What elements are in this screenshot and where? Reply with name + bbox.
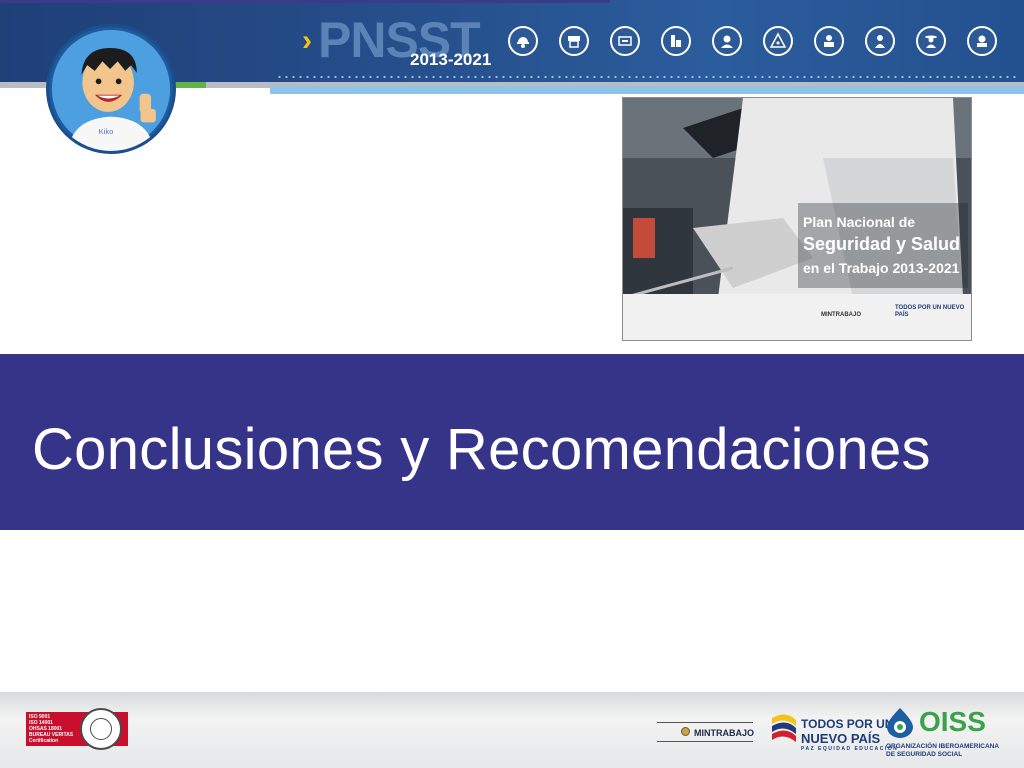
mintrabajo-rule-bottom — [657, 741, 753, 742]
bureau-veritas-seal-icon — [80, 708, 122, 750]
nuevo-pais-text: NUEVO PAÍS — [801, 731, 881, 746]
machinery-icon — [610, 26, 640, 56]
header-accent-blue — [270, 86, 1024, 94]
todos-por-un-text: TODOS POR UN — [801, 717, 894, 731]
firefighter-icon — [559, 26, 589, 56]
mintrabajo-logo: MINTRABAJO — [694, 728, 754, 738]
transport-worker-icon — [814, 26, 844, 56]
factory-icon — [661, 26, 691, 56]
header-top-line — [0, 0, 610, 3]
health-worker-icon — [865, 26, 895, 56]
cover-title-line3: en el Trabajo 2013-2021 — [803, 260, 960, 276]
cover-todos-logo: TODOS POR UN NUEVO PAÍS — [895, 305, 965, 318]
sector-icons — [508, 26, 1008, 58]
mintrabajo-rule-top — [657, 722, 753, 723]
oiss-drop-icon — [885, 707, 915, 739]
tagline-text: PAZ EQUIDAD EDUCACIÓN — [801, 746, 899, 752]
oiss-logo-text: OISS — [919, 706, 986, 737]
chemical-hazard-icon — [763, 26, 793, 56]
header-dotted-line — [276, 76, 1016, 78]
flag-swoosh-icon — [770, 710, 798, 750]
construction-worker-icon — [508, 26, 538, 56]
farmer-icon — [916, 26, 946, 56]
oiss-subtitle-line1: ORGANIZACIÓN IBEROAMERICANA — [886, 743, 1000, 750]
bv-line: Certification — [29, 738, 59, 744]
safety-gear-icon — [967, 26, 997, 56]
oiss-subtitle-line2: DE SEGURIDAD SOCIAL — [886, 751, 963, 758]
slide-title: Conclusiones y Recomendaciones — [32, 417, 931, 482]
mascot-shirt-label: Kiko — [99, 127, 114, 136]
cover-title-line1: Plan Nacional de — [803, 214, 916, 230]
bureau-veritas-text: ISO 9001 ISO 14001 OHSAS 18001 BUREAU VE… — [29, 714, 79, 744]
seal-inner-ring — [90, 718, 112, 740]
cover-mintrabajo-logo: MINTRABAJO — [821, 312, 861, 318]
plan-cover-image: Plan Nacional de Seguridad y Salud en el… — [622, 97, 972, 341]
chevron-right-icon: › — [302, 24, 312, 57]
mining-worker-icon — [712, 26, 742, 56]
mascot-avatar: Kiko — [46, 24, 176, 154]
brand-years: 2013-2021 — [410, 50, 492, 69]
coat-of-arms-icon — [681, 727, 690, 736]
cover-title-line2: Seguridad y Salud — [803, 234, 961, 254]
